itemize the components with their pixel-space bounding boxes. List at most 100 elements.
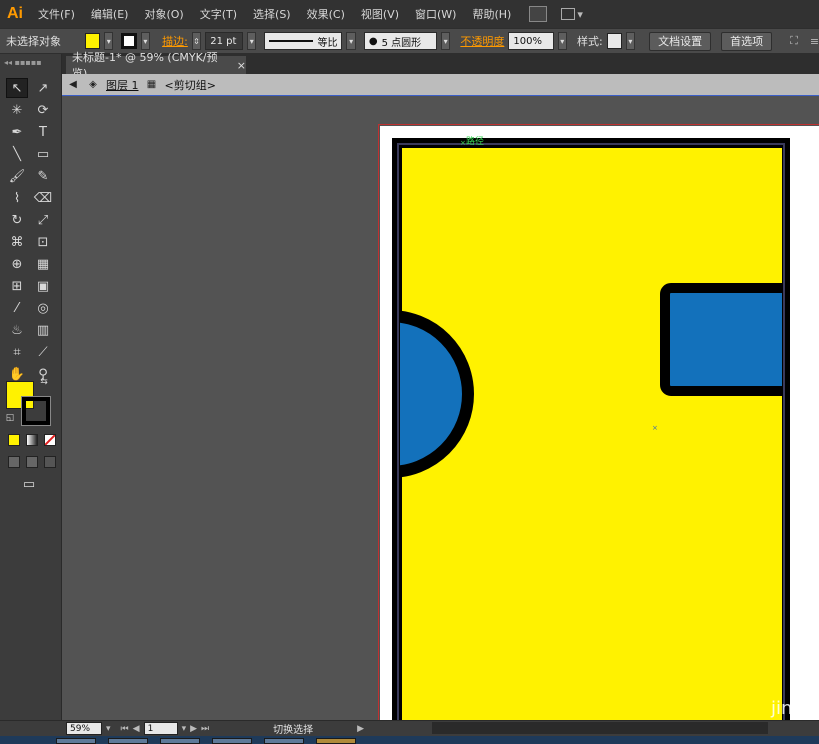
document-tab[interactable]: 未标题-1* @ 59% (CMYK/预览) × [66, 51, 246, 80]
artboard-tool-icon[interactable]: ⌗ [6, 342, 28, 362]
column-graph-tool-icon[interactable]: ▥ [32, 320, 54, 340]
taskbar-item-3[interactable] [160, 738, 200, 744]
canvas[interactable]: × × 路径 jingy [62, 96, 819, 720]
status-text[interactable]: 切换选择 [273, 721, 313, 736]
next-artboard-icon[interactable]: ▶ [190, 724, 197, 734]
rotate-tool-icon[interactable]: ↻ [6, 210, 28, 230]
brush-label: 5 点圆形 [381, 37, 422, 49]
taskbar-item-5[interactable] [264, 738, 304, 744]
blob-brush-tool-icon[interactable]: ⌇ [6, 188, 28, 208]
stroke-weight-dropdown[interactable]: ▾ [247, 32, 257, 50]
bridge-icon[interactable] [529, 6, 548, 22]
horizontal-scrollbar[interactable] [432, 722, 768, 734]
stroke-profile-select[interactable]: 等比 [264, 32, 343, 50]
zoom-field[interactable]: 59% [66, 722, 102, 735]
selection-status: 未选择对象 [6, 35, 61, 48]
stroke-profile-dropdown[interactable]: ▾ [346, 32, 356, 50]
align-icon[interactable]: ⛶ [790, 34, 798, 48]
panel-menu-icon[interactable]: ≡ [810, 35, 819, 48]
draw-normal-icon[interactable] [8, 456, 20, 468]
brush-select[interactable]: ● 5 点圆形 [363, 32, 437, 50]
stroke-swatch[interactable] [121, 33, 137, 49]
stroke-stepper[interactable]: ⇕ [191, 32, 202, 50]
symbol-sprayer-tool-icon[interactable]: ♨ [6, 320, 28, 340]
layers-icon: ◈ [89, 79, 97, 90]
opacity-dropdown[interactable]: ▾ [557, 32, 568, 50]
perspective-grid-tool-icon[interactable]: ▦ [32, 254, 54, 274]
blend-tool-icon[interactable]: ◎ [32, 298, 54, 318]
menu-effect[interactable]: 效果(C) [299, 0, 353, 28]
direct-selection-tool-icon[interactable]: ↗ [32, 78, 54, 98]
fill-dropdown[interactable]: ▾ [103, 32, 114, 50]
arrange-documents-icon[interactable]: ▾ [561, 6, 587, 22]
rectangle-tool-icon[interactable]: ▭ [32, 144, 54, 164]
style-dropdown[interactable]: ▾ [625, 32, 636, 50]
status-menu-icon[interactable]: ▶ [357, 724, 364, 734]
taskbar-item-1[interactable] [56, 738, 96, 744]
gradient-tool-icon[interactable]: ▣ [32, 276, 54, 296]
warp-tool-icon[interactable]: ⌘ [6, 232, 28, 252]
brush-dropdown[interactable]: ▾ [440, 32, 451, 50]
stroke-color-box[interactable] [21, 396, 51, 426]
close-tab-icon[interactable]: × [237, 59, 246, 72]
lasso-tool-icon[interactable]: ⟳ [32, 100, 54, 120]
line-tool-icon[interactable]: ╲ [6, 144, 28, 164]
type-tool-icon[interactable]: T [32, 122, 54, 142]
draw-inside-icon[interactable] [44, 456, 56, 468]
menu-type[interactable]: 文字(T) [192, 0, 245, 28]
artboard-dropdown-icon[interactable]: ▾ [182, 724, 187, 734]
document-setup-button[interactable]: 文档设置 [649, 31, 712, 51]
screen-mode-icon[interactable]: ▭ [18, 474, 40, 494]
menu-file[interactable]: 文件(F) [30, 0, 83, 28]
taskbar-item-6[interactable] [316, 738, 356, 744]
stroke-weight-field[interactable]: 21 pt [205, 32, 244, 50]
opacity-label[interactable]: 不透明度 [460, 33, 504, 49]
gradient-mode-icon[interactable] [26, 434, 38, 446]
stroke-dropdown[interactable]: ▾ [140, 32, 151, 50]
panel-grip-icon[interactable]: ◂◂ ▪▪▪▪▪ [4, 58, 58, 68]
scale-tool-icon[interactable]: ⤢ [32, 210, 54, 230]
shape-builder-tool-icon[interactable]: ⊕ [6, 254, 28, 274]
court-artwork[interactable]: × × [380, 126, 819, 720]
menu-object[interactable]: 对象(O) [136, 0, 191, 28]
mesh-tool-icon[interactable]: ⊞ [6, 276, 28, 296]
pen-tool-icon[interactable]: ✒ [6, 122, 28, 142]
slice-tool-icon[interactable]: ⟋ [32, 342, 54, 362]
brush-dot-icon: ● [368, 35, 378, 47]
default-fill-stroke-icon[interactable]: ◱ [4, 412, 16, 424]
stroke-label[interactable]: 描边: [162, 33, 188, 49]
color-mode-icon[interactable] [8, 434, 20, 446]
artboard-number-field[interactable]: 1 [143, 722, 178, 735]
taskbar-item-4[interactable] [212, 738, 252, 744]
last-artboard-icon[interactable]: ⏭ [201, 724, 209, 734]
center-point-marker: × [652, 424, 658, 432]
zoom-dropdown-icon[interactable]: ▾ [106, 724, 111, 734]
draw-behind-icon[interactable] [26, 456, 38, 468]
pencil-tool-icon[interactable]: ✎ [32, 166, 54, 186]
paintbrush-tool-icon[interactable]: 🖌 [6, 166, 28, 186]
style-swatch[interactable] [606, 33, 622, 49]
opacity-field[interactable]: 100% [508, 32, 554, 50]
menu-select[interactable]: 选择(S) [245, 0, 299, 28]
previous-artboard-icon[interactable]: ◀ [133, 724, 140, 734]
swap-fill-stroke-icon[interactable]: ⇆ [38, 376, 50, 388]
first-artboard-icon[interactable]: ⏮ [121, 724, 129, 734]
selection-tool-icon[interactable]: ↖ [6, 78, 28, 98]
menu-bar: Ai 文件(F) 编辑(E) 对象(O) 文字(T) 选择(S) 效果(C) 视… [0, 0, 819, 28]
breadcrumb-group[interactable]: <剪切组> [165, 77, 216, 93]
menu-view[interactable]: 视图(V) [353, 0, 407, 28]
back-arrow-icon[interactable]: ◀ [66, 78, 80, 92]
eraser-tool-icon[interactable]: ⌫ [32, 188, 54, 208]
preferences-button[interactable]: 首选项 [721, 31, 773, 51]
breadcrumb-layer[interactable]: 图层 1 [106, 77, 139, 93]
menu-window[interactable]: 窗口(W) [407, 0, 464, 28]
none-mode-icon[interactable] [44, 434, 56, 446]
menu-help[interactable]: 帮助(H) [464, 0, 519, 28]
free-transform-tool-icon[interactable]: ⊡ [32, 232, 54, 252]
menu-edit[interactable]: 编辑(E) [83, 0, 137, 28]
stroke-line-preview [269, 40, 314, 42]
fill-swatch[interactable] [85, 33, 100, 49]
magic-wand-tool-icon[interactable]: ✳ [6, 100, 28, 120]
eyedropper-tool-icon[interactable]: ⁄ [6, 298, 28, 318]
taskbar-item-2[interactable] [108, 738, 148, 744]
